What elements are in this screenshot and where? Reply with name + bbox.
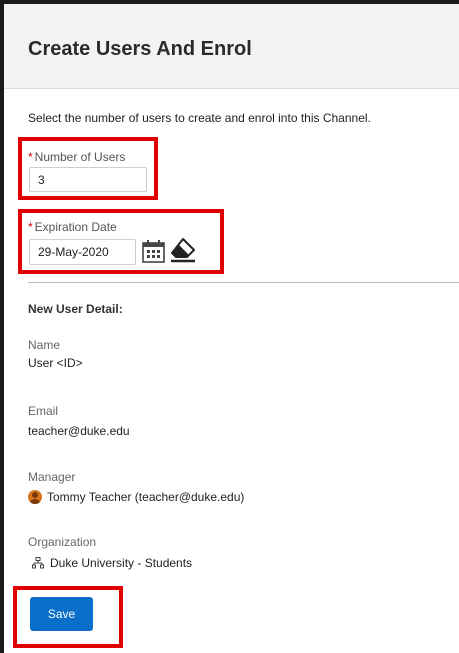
number-of-users-value: 3 xyxy=(38,173,45,187)
organization-label: Organization xyxy=(28,535,97,549)
page-title: Create Users And Enrol xyxy=(28,38,252,60)
instructions-text: Select the number of users to create and… xyxy=(28,111,371,125)
expiration-date-value: 29-May-2020 xyxy=(38,245,109,259)
save-button[interactable]: Save xyxy=(30,597,93,631)
required-marker: * xyxy=(28,150,33,164)
expiration-date-input[interactable]: 29-May-2020 xyxy=(29,239,136,265)
name-label: Name xyxy=(28,338,61,352)
org-chart-icon xyxy=(32,557,44,572)
email-label: Email xyxy=(28,404,59,418)
expiration-date-label: * Expiration Date xyxy=(28,220,117,234)
name-value: User <ID> xyxy=(28,356,83,370)
manager-label: Manager xyxy=(28,470,76,484)
number-of-users-label: * Number of Users xyxy=(28,150,125,164)
page-header: Create Users And Enrol xyxy=(4,4,459,89)
manager-text: Tommy Teacher (teacher@duke.edu) xyxy=(47,490,245,504)
number-of-users-input[interactable]: 3 xyxy=(29,167,147,192)
window-left-border xyxy=(0,0,4,653)
organization-text: Duke University - Students xyxy=(50,556,193,570)
section-divider xyxy=(28,282,459,283)
new-user-detail-heading: New User Detail: xyxy=(28,302,123,316)
organization-value: Duke University - Students xyxy=(28,556,192,572)
manager-value: Tommy Teacher (teacher@duke.edu) xyxy=(28,490,244,504)
calendar-icon[interactable] xyxy=(141,239,167,265)
required-marker: * xyxy=(28,220,33,234)
eraser-icon[interactable] xyxy=(169,236,197,264)
expiration-date-label-text: Expiration Date xyxy=(34,220,117,234)
number-of-users-label-text: Number of Users xyxy=(34,150,126,164)
email-value: teacher@duke.edu xyxy=(28,424,130,438)
user-avatar-icon xyxy=(28,490,42,504)
